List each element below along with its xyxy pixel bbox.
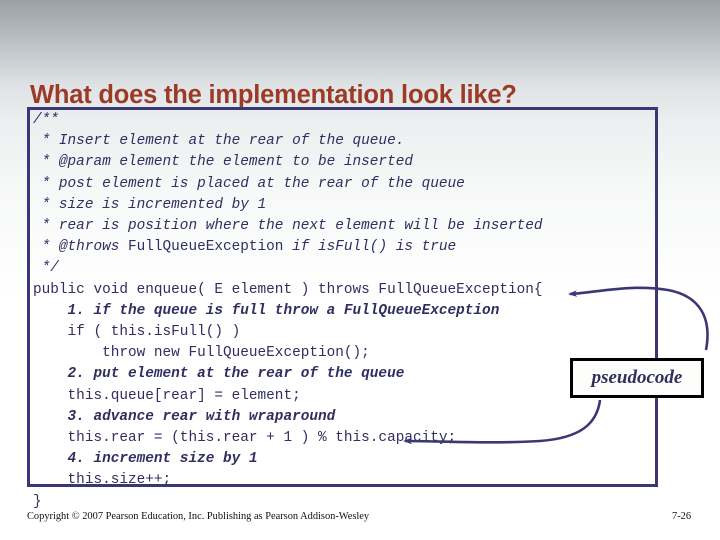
code-block: /** * Insert element at the rear of the … [33,110,693,513]
pseudocode-callout: pseudocode [570,358,704,398]
code-line: * Insert element at the rear of the queu… [33,133,405,150]
footer-page-number: 7-26 [672,511,692,522]
code-line: if ( this.isFull() ) [33,324,241,341]
page-title: What does the implementation look like? [30,81,517,110]
code-line: /** [33,112,59,128]
code-line: * size is incremented by 1 [33,196,267,213]
code-line: this.rear = (this.rear + 1 ) % this.capa… [33,430,457,447]
slide: What does the implementation look like? … [0,0,720,540]
code-line: * @param element the element to be inser… [33,154,413,171]
code-line: * post element is placed at the rear of … [33,175,465,192]
code-line: */ [33,260,59,277]
footer-copyright: Copyright © 2007 Pearson Education, Inc.… [27,511,370,522]
code-line: this.size++; [33,472,172,489]
code-line: * @throws FullQueueException if isFull()… [33,239,457,256]
code-line: public void enqueue( E element ) throws … [33,281,543,298]
code-line: * rear is position where the next elemen… [33,218,543,235]
code-line: } [33,493,42,510]
code-line: 4. increment size by 1 [33,451,258,468]
pseudocode-label: pseudocode [591,367,683,388]
code-line: 1. if the queue is full throw a FullQueu… [33,302,500,319]
code-line: 3. advance rear with wraparound [33,408,336,425]
